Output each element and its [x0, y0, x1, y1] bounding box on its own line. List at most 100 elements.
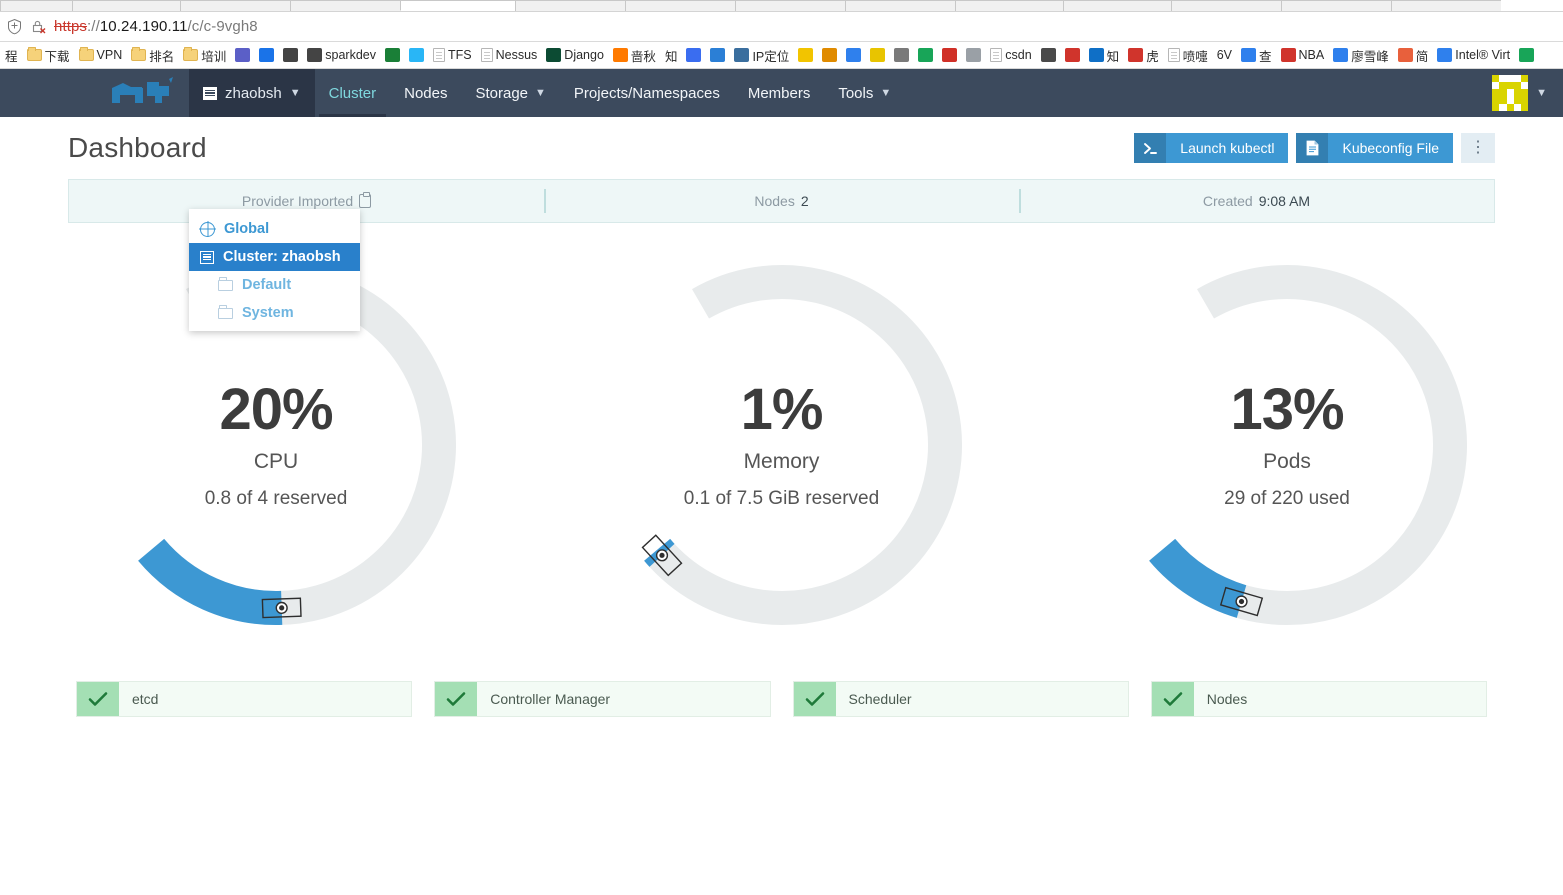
gauge-pods: 13% Pods 29 of 220 used: [1087, 245, 1487, 645]
browser-tab[interactable]: [515, 0, 625, 11]
kubeconfig-file-button[interactable]: Kubeconfig File: [1296, 133, 1453, 163]
nav-item-members[interactable]: Members: [734, 69, 825, 117]
bookmark-item[interactable]: 虎: [1125, 45, 1162, 66]
bookmark-item[interactable]: csdn: [987, 47, 1034, 63]
bookmark-item[interactable]: [280, 47, 301, 63]
rancher-logo[interactable]: [97, 69, 189, 117]
user-menu[interactable]: ▼: [1482, 69, 1563, 117]
nav-item-cluster[interactable]: Cluster: [315, 69, 391, 117]
bookmark-item[interactable]: Django: [543, 47, 607, 63]
bookmark-item[interactable]: [683, 47, 704, 63]
health-item-scheduler[interactable]: Scheduler: [792, 681, 1129, 717]
page-icon: [433, 48, 445, 62]
bookmark-item[interactable]: sparkdev: [304, 47, 379, 63]
dropdown-item-default[interactable]: Default: [189, 271, 360, 299]
bookmark-item[interactable]: [891, 47, 912, 63]
browser-tab[interactable]: [845, 0, 955, 11]
bookmark-item[interactable]: NBA: [1278, 47, 1328, 63]
bookmark-item[interactable]: Nessus: [478, 47, 541, 63]
nav-item-label: Members: [747, 84, 811, 102]
bookmark-item[interactable]: [867, 47, 888, 63]
browser-tab[interactable]: [72, 0, 180, 11]
bookmark-item[interactable]: 简: [1395, 45, 1432, 66]
chevron-down-icon: ▼: [1536, 87, 1547, 99]
browser-tab[interactable]: [1391, 0, 1501, 11]
more-actions-button[interactable]: ⋮: [1461, 133, 1495, 163]
gauge-subtitle: 29 of 220 used: [1224, 488, 1350, 510]
insecure-lock-icon[interactable]: [30, 18, 47, 35]
bookmark-item[interactable]: 排名: [128, 45, 177, 66]
bookmark-item[interactable]: IP定位: [731, 45, 792, 66]
browser-tab[interactable]: [180, 0, 290, 11]
bookmarks-bar[interactable]: 程下载 VPN 排名 培训 sparkdev TFS Nessus Django 啬秋知 IP定位…: [0, 42, 1563, 69]
bookmark-item[interactable]: 啬秋: [610, 45, 659, 66]
health-item-controller-manager[interactable]: Controller Manager: [434, 681, 771, 717]
bookmark-item[interactable]: 6V: [1214, 47, 1235, 63]
bookmark-item[interactable]: TFS: [430, 47, 475, 63]
bookmark-item[interactable]: 查: [1238, 45, 1275, 66]
bookmark-item[interactable]: [915, 47, 936, 63]
bookmark-item[interactable]: 下载: [24, 45, 73, 66]
bookmark-item[interactable]: 廖雪峰: [1330, 45, 1392, 66]
nav-item-tools[interactable]: Tools ▼: [824, 69, 905, 117]
rancher-app: zhaobsh ▼ Cluster Nodes Storage ▼ Projects/N…: [0, 69, 1563, 717]
health-item-nodes[interactable]: Nodes: [1150, 681, 1487, 717]
nav-item-projects-namespaces[interactable]: Projects/Namespaces: [560, 69, 734, 117]
browser-tab[interactable]: [1171, 0, 1281, 11]
browser-tab[interactable]: [625, 0, 735, 11]
dropdown-item-global[interactable]: Global: [189, 215, 360, 243]
browser-address-bar[interactable]: https://10.24.190.11/c/c-9vgh8: [0, 12, 1563, 42]
browser-tab-active[interactable]: [400, 0, 515, 11]
browser-tab[interactable]: [1063, 0, 1171, 11]
cluster-selector[interactable]: zhaobsh ▼: [189, 69, 315, 117]
page-icon: [990, 48, 1003, 62]
bookmark-item[interactable]: [939, 47, 960, 63]
nav-item-storage[interactable]: Storage ▼: [461, 69, 559, 117]
bookmark-item[interactable]: 知: [662, 45, 681, 66]
banner-cell-created: Created 9:08 AM: [1019, 180, 1494, 222]
bookmark-item[interactable]: [843, 47, 864, 63]
bookmark-item[interactable]: 程: [2, 45, 21, 66]
browser-tab[interactable]: [1281, 0, 1391, 11]
bookmark-item[interactable]: [406, 47, 427, 63]
page-info-icon[interactable]: [6, 18, 23, 35]
bookmark-item[interactable]: [963, 47, 984, 63]
bookmark-label: 廖雪峰: [1351, 49, 1389, 64]
browser-tab[interactable]: [955, 0, 1063, 11]
cluster-dropdown-menu[interactable]: Global Cluster: zhaobsh Default System: [189, 209, 360, 331]
bookmark-item[interactable]: 知: [1086, 45, 1123, 66]
health-item-etcd[interactable]: etcd: [76, 681, 413, 717]
bookmark-item[interactable]: [1516, 47, 1537, 63]
nav-items: Cluster Nodes Storage ▼ Projects/Namespaces M…: [315, 69, 906, 117]
nav-item-nodes[interactable]: Nodes: [390, 69, 461, 117]
dropdown-item-system[interactable]: System: [189, 299, 360, 327]
bookmark-item[interactable]: Intel® Virt: [1434, 47, 1513, 63]
cn-icon: [385, 48, 400, 62]
g-green-icon: [1519, 48, 1535, 62]
bookmark-item[interactable]: [795, 47, 816, 63]
folder-icon: [218, 276, 233, 291]
bookmark-label: Nessus: [495, 48, 538, 62]
kebab-icon: ⋮: [1470, 139, 1486, 156]
bookmark-item[interactable]: 喷嚏: [1165, 45, 1211, 66]
bookmark-item[interactable]: [1062, 47, 1083, 63]
bookmark-item[interactable]: [1038, 47, 1059, 63]
bookmark-item[interactable]: 培训: [180, 45, 229, 66]
launch-kubectl-button[interactable]: Launch kubectl: [1134, 133, 1289, 163]
bookmark-item[interactable]: [819, 47, 840, 63]
bookmark-item[interactable]: [707, 47, 728, 63]
bookmark-item[interactable]: [382, 47, 403, 63]
check-icon: [1151, 682, 1194, 716]
bookmark-item[interactable]: [256, 47, 277, 63]
gs-icon: [259, 48, 275, 62]
url-text[interactable]: https://10.24.190.11/c/c-9vgh8: [54, 18, 258, 35]
clipboard-icon[interactable]: [359, 192, 372, 208]
page-icon: [480, 48, 493, 62]
bookmark-item[interactable]: VPN: [76, 47, 126, 63]
bookmark-item[interactable]: [232, 47, 253, 63]
browser-tab[interactable]: [0, 0, 72, 11]
dropdown-item-cluster-zhaobsh[interactable]: Cluster: zhaobsh: [189, 243, 360, 271]
browser-tab[interactable]: [735, 0, 845, 11]
browser-tab[interactable]: [290, 0, 400, 11]
url-path: /c/c-9vgh8: [187, 18, 258, 35]
